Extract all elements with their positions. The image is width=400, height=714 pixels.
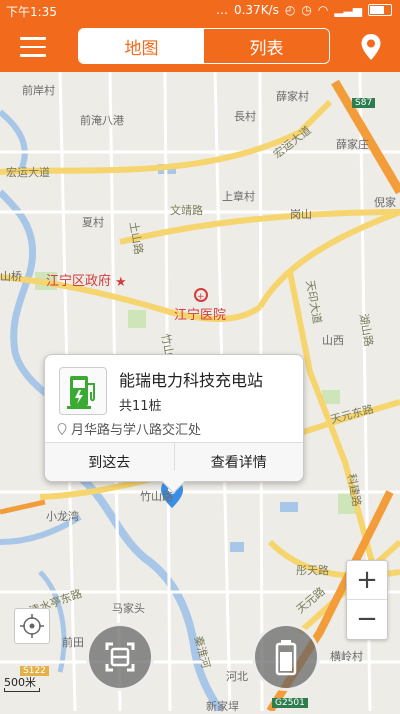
map-label: 長村 [234, 110, 256, 123]
battery-icon [368, 4, 392, 16]
map-label: 宏运大道 [6, 166, 50, 179]
map-label: 马家头 [112, 602, 145, 615]
map-label: 新家垾 [206, 700, 239, 713]
tab-map[interactable]: 地图 [79, 29, 204, 63]
map-label: 前田 [62, 636, 84, 649]
alarm-icon: ◴ [284, 3, 296, 17]
battery-charging-icon [275, 640, 297, 676]
wifi-icon: ◠ [317, 3, 329, 17]
station-address-row: 月华路与学八路交汇处 [57, 419, 201, 438]
svg-text:+: + [197, 292, 205, 302]
top-nav-bar: 地图 列表 [0, 22, 400, 72]
location-pin-icon[interactable] [360, 33, 382, 61]
signal-icon: ▂▃▅ [334, 3, 362, 17]
station-info-popup[interactable]: 能瑞电力科技充电站 共11桩 月华路与学八路交汇处 到这去 查看详情 [44, 354, 304, 482]
map-label: 前淹八港 [80, 114, 124, 127]
map-label: 文靖路 [170, 204, 203, 217]
road-badge: S87 [352, 98, 376, 108]
map-label: 夏村 [82, 216, 104, 229]
pile-count: 共11桩 [119, 399, 162, 414]
view-details-button[interactable]: 查看详情 [173, 443, 304, 481]
map-label: 河北 [226, 670, 248, 683]
map-label: 竹山路 [140, 490, 173, 503]
navigate-here-button[interactable]: 到这去 [45, 443, 174, 481]
map-label: 山桥 [0, 270, 22, 283]
hamburger-menu-icon[interactable] [20, 37, 46, 57]
map-label: 小龙湾 [46, 510, 79, 523]
station-address: 月华路与学八路交汇处 [71, 423, 202, 438]
map-label: 山西 [322, 334, 344, 347]
zoom-out-button[interactable]: − [347, 599, 387, 638]
status-dots: … [215, 3, 228, 17]
network-speed: 0.37K/s [233, 3, 279, 17]
scan-icon [105, 642, 135, 672]
map-label: 彤天路 [296, 564, 329, 577]
map-label: 岗山 [290, 208, 312, 221]
map-label: 薛家村 [276, 90, 309, 103]
station-name: 能瑞电力科技充电站 [119, 371, 264, 390]
map-label: 上章村 [222, 190, 255, 203]
clock-icon: ◷ [301, 3, 312, 17]
charging-station-icon [59, 367, 107, 415]
map-label: 倪家 [374, 196, 396, 209]
road-badge: G2501 [272, 698, 308, 708]
status-bar: 下午1:35 … 0.37K/s ◴ ◷ ◠ ▂▃▅ [0, 0, 400, 22]
svg-text:★: ★ [115, 275, 127, 290]
popup-actions: 到这去 查看详情 [45, 442, 303, 481]
charging-status-button[interactable] [252, 623, 320, 691]
map-label: 横岭村 [330, 650, 363, 663]
zoom-in-button[interactable]: + [347, 561, 387, 599]
map-label: 江宁医院 [174, 308, 227, 323]
address-pin-icon [57, 423, 67, 435]
locate-me-icon[interactable] [14, 608, 50, 644]
zoom-controls: + − [346, 560, 388, 640]
tab-list[interactable]: 列表 [204, 29, 329, 63]
map-label: 薛家庄 [336, 138, 369, 151]
scan-button[interactable] [86, 623, 154, 691]
status-time: 下午1:35 [6, 5, 57, 19]
map-label: 江宁区政府 [46, 274, 112, 289]
map-scale: 500米 [4, 674, 40, 692]
view-toggle: 地图 列表 [78, 28, 330, 64]
map-label: 前岸村 [22, 84, 55, 97]
